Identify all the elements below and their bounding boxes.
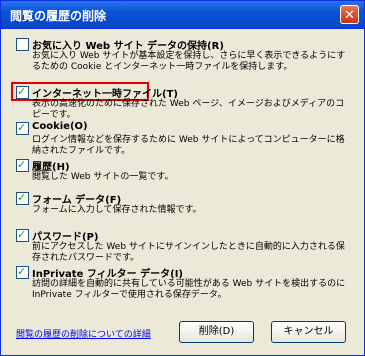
checkbox-temp-files[interactable] — [16, 85, 29, 99]
option-description: 閲覧した Web サイトの一覧です。 — [32, 172, 174, 182]
option-label: 履歴(H) — [32, 162, 70, 173]
checkbox-history[interactable] — [16, 158, 29, 172]
cancel-button[interactable]: キャンセル — [271, 321, 346, 343]
option-label: Cookie(O) — [32, 121, 88, 132]
option-description: 訪問の詳細を自動的に共有している可能性がある Web サイトを検出するのに In… — [32, 279, 346, 300]
option-label: インターネット一時ファイル(T) — [32, 89, 178, 100]
option-label: お気に入り Web サイト データの保持(R) — [32, 41, 224, 52]
checkbox-form-data[interactable] — [16, 191, 29, 205]
help-link[interactable]: 閲覧の履歴の削除についての詳細 — [16, 327, 151, 340]
checkbox-preserve-favorites[interactable] — [16, 38, 29, 51]
option-label: フォーム データ(F) — [32, 195, 122, 206]
option-description: お気に入り Web サイトが基本設定を保持し、さらに早く表示できるようにするため… — [32, 51, 346, 72]
checkbox-passwords[interactable] — [16, 228, 29, 242]
checkbox-cookies[interactable] — [16, 121, 29, 135]
dialog-content: お気に入り Web サイト データの保持(R) お気に入り Web サイトが基本… — [1, 29, 364, 355]
checkbox-inprivate[interactable] — [16, 265, 29, 279]
window-title: 閲覧の履歴の削除 — [10, 9, 107, 23]
title-bar[interactable]: 閲覧の履歴の削除 ✕ — [1, 1, 364, 29]
option-label: パスワード(P) — [32, 232, 99, 243]
option-description: 前にアクセスした Web サイトにサインインしたときに自動的に入力される保存され… — [32, 242, 345, 263]
dialog-window: 閲覧の履歴の削除 ✕ お気に入り Web サイト データの保持(R) お気に入り… — [0, 0, 365, 356]
option-description: フォームに入力して保存された情報です。 — [32, 205, 202, 215]
option-description: 表示の高速化のために保存された Web ページ、イメージおよびメディアのコピーで… — [32, 99, 345, 120]
delete-button[interactable]: 削除(D) — [179, 321, 254, 343]
close-button[interactable]: ✕ — [340, 5, 359, 24]
option-description: ログイン情報などを保存するために Web サイトによってコンピューターに格納され… — [32, 135, 345, 156]
option-label: InPrivate フィルター データ(I) — [32, 269, 183, 280]
